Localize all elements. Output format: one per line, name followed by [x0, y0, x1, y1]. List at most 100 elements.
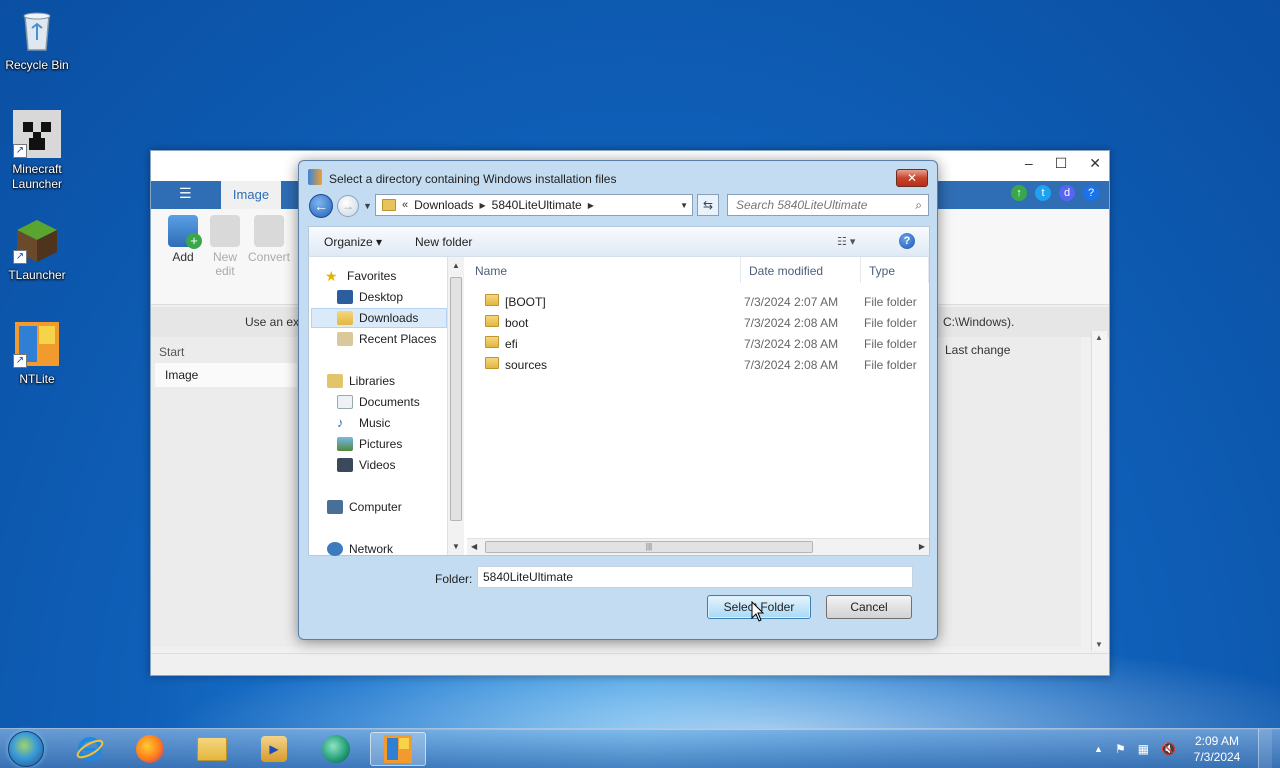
folder-input[interactable]: 5840LiteUltimate	[477, 566, 913, 588]
taskbar-ntlite[interactable]	[370, 732, 426, 766]
nav-libraries[interactable]: Libraries	[327, 371, 395, 391]
scroll-right-icon[interactable]: ▶	[919, 542, 925, 551]
convert-button[interactable]: Convert	[247, 215, 291, 264]
horizontal-scrollbar[interactable]: ◀ ||| ▶	[467, 538, 929, 555]
dialog-toolbar: Organize ▾ New folder ☷ ▾ ?	[308, 226, 930, 256]
nav-desktop-label: Desktop	[359, 290, 404, 304]
clock[interactable]: 2:09 AM 7/3/2024	[1188, 733, 1246, 765]
show-hidden-icons-icon[interactable]: ▲	[1094, 744, 1103, 754]
column-type[interactable]: Type	[861, 257, 929, 283]
file-name: [BOOT]	[505, 295, 546, 309]
cancel-button[interactable]: Cancel	[826, 595, 912, 619]
add-button[interactable]: + Add	[161, 215, 205, 264]
back-button[interactable]: ←	[309, 194, 333, 218]
desktop-icon-minecraft-launcher[interactable]: ↗ Minecraft Launcher	[0, 110, 74, 192]
views-icon[interactable]: ☷ ▾	[837, 235, 855, 248]
taskbar-explorer[interactable]	[184, 732, 240, 766]
tab-image[interactable]: Image	[221, 181, 281, 209]
taskbar-app-green[interactable]	[308, 732, 364, 766]
taskbar-firefox[interactable]	[122, 732, 178, 766]
scroll-up-icon[interactable]: ▲	[1095, 333, 1103, 342]
history-dropdown-icon[interactable]: ▼	[363, 201, 372, 211]
taskbar-internet-explorer[interactable]	[62, 732, 118, 766]
discord-icon[interactable]: d	[1059, 185, 1075, 201]
action-center-flag-icon[interactable]: ⚑	[1115, 742, 1126, 756]
nav-computer[interactable]: Computer	[327, 497, 402, 517]
address-bar[interactable]: « Downloads ▶ 5840LiteUltimate ▶ ▼	[375, 194, 693, 216]
info-text-right: C:\Windows).	[943, 315, 1015, 329]
volume-muted-icon[interactable]: 🔇	[1161, 742, 1176, 756]
last-change-header[interactable]: Last change	[945, 343, 1010, 357]
folder-icon	[197, 737, 227, 761]
help-icon[interactable]: ?	[899, 233, 915, 249]
nav-music[interactable]: ♪ Music	[337, 413, 390, 433]
pictures-icon	[337, 437, 353, 451]
scroll-down-icon[interactable]: ▼	[452, 542, 460, 551]
column-name[interactable]: Name	[467, 257, 741, 283]
search-input[interactable]: Search 5840LiteUltimate ⌕	[727, 194, 929, 216]
file-name: sources	[505, 358, 548, 372]
list-item[interactable]: [BOOT] 7/3/2024 2:07 AM File folder	[467, 291, 929, 312]
new-edit-button[interactable]: New edit	[203, 215, 247, 278]
nav-network-label: Network	[349, 542, 394, 556]
nav-network[interactable]: Network	[327, 539, 393, 559]
image-item[interactable]: Image	[155, 363, 297, 387]
nav-videos-label: Videos	[359, 458, 396, 472]
show-desktop-button[interactable]	[1258, 729, 1272, 768]
info-text-left: Use an exi	[245, 315, 302, 329]
shortcut-arrow-icon: ↗	[13, 144, 27, 158]
desktop-icon-ntlite[interactable]: ↗ NTLite	[0, 320, 74, 387]
column-date-modified[interactable]: Date modified	[741, 257, 861, 283]
breadcrumb-arrow-icon[interactable]: ▶	[480, 201, 486, 210]
update-arrow-icon[interactable]: ↑	[1011, 185, 1027, 201]
firefox-icon	[136, 735, 164, 763]
scroll-up-icon[interactable]: ▲	[452, 261, 460, 270]
refresh-button[interactable]: ⇆	[697, 194, 719, 216]
file-date: 7/3/2024 2:07 AM	[744, 295, 839, 309]
address-dropdown-icon[interactable]: ▼	[680, 201, 688, 210]
scroll-down-icon[interactable]: ▼	[1095, 640, 1103, 649]
breadcrumb-current[interactable]: 5840LiteUltimate	[492, 198, 582, 212]
nav-music-label: Music	[359, 416, 391, 430]
search-icon[interactable]: ⌕	[915, 198, 922, 213]
shortcut-arrow-icon: ↗	[13, 250, 27, 264]
new-folder-button[interactable]: New folder	[415, 235, 472, 249]
help-icon[interactable]: ?	[1083, 185, 1099, 201]
list-item[interactable]: efi 7/3/2024 2:08 AM File folder	[467, 333, 929, 354]
minimize-icon[interactable]: –	[1025, 155, 1033, 172]
horizontal-scroll-thumb[interactable]: |||	[485, 541, 813, 553]
breadcrumb-arrow-icon[interactable]: ▶	[588, 201, 594, 210]
desktop-icon-tlauncher[interactable]: ↗ TLauncher	[0, 216, 74, 283]
maximize-icon[interactable]: ☐	[1055, 155, 1068, 172]
nav-documents[interactable]: Documents	[337, 392, 420, 412]
nav-favorites[interactable]: ★ Favorites	[325, 266, 396, 286]
select-folder-dialog: Select a directory containing Windows in…	[298, 160, 938, 640]
menu-icon[interactable]: ☰	[179, 185, 192, 202]
list-item[interactable]: sources 7/3/2024 2:08 AM File folder	[467, 354, 929, 375]
network-icon[interactable]: ▦	[1138, 742, 1149, 756]
desktop-icon-label: NTLite	[19, 372, 55, 386]
nav-recent-places[interactable]: Recent Places	[337, 329, 436, 349]
computer-icon	[327, 500, 343, 514]
nav-scrollbar[interactable]: ▲ ▼	[447, 257, 464, 555]
address-prefix[interactable]: «	[402, 199, 408, 211]
nav-scroll-thumb[interactable]	[450, 277, 462, 521]
desktop-icon-recycle-bin[interactable]: Recycle Bin	[0, 6, 74, 73]
nav-downloads[interactable]: Downloads	[311, 308, 447, 328]
taskbar-media-player[interactable]: ▶	[246, 732, 302, 766]
forward-button[interactable]: →	[337, 195, 359, 217]
app-scrollbar[interactable]: ▲ ▼	[1091, 331, 1107, 651]
organize-button[interactable]: Organize ▾	[324, 235, 382, 249]
scroll-left-icon[interactable]: ◀	[471, 542, 477, 551]
recent-places-icon	[337, 332, 353, 346]
start-button[interactable]	[8, 731, 44, 767]
nav-desktop[interactable]: Desktop	[337, 287, 403, 307]
dialog-close-button[interactable]: ✕	[896, 169, 928, 187]
close-icon[interactable]: ✕	[1089, 155, 1101, 172]
folder-label: Folder:	[435, 572, 473, 586]
list-item[interactable]: boot 7/3/2024 2:08 AM File folder	[467, 312, 929, 333]
twitter-icon[interactable]: t	[1035, 185, 1051, 201]
breadcrumb-downloads[interactable]: Downloads	[414, 198, 473, 212]
nav-videos[interactable]: Videos	[337, 455, 395, 475]
nav-pictures[interactable]: Pictures	[337, 434, 402, 454]
